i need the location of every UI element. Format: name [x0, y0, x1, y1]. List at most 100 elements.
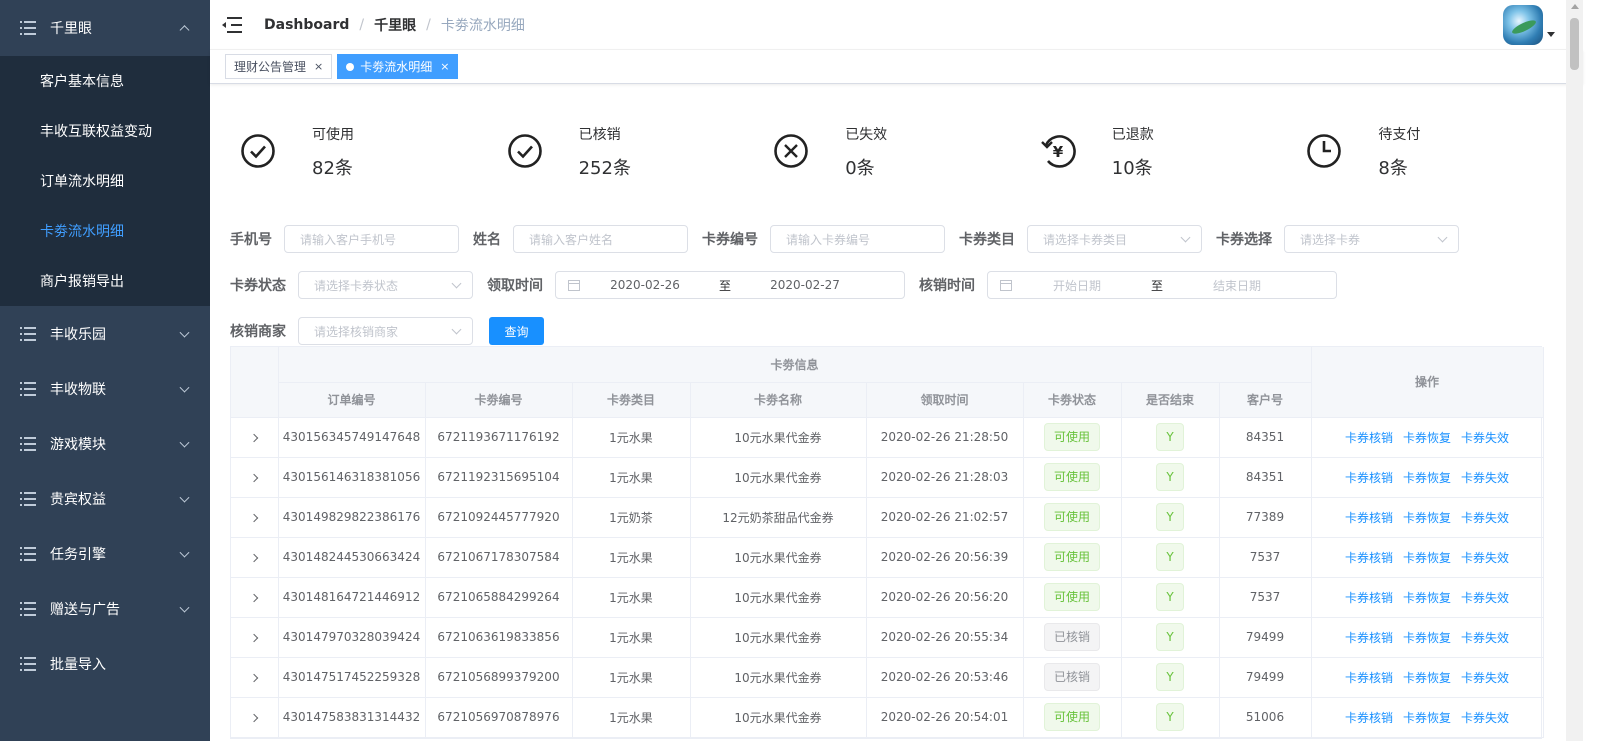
chevron-right-icon[interactable]	[250, 433, 259, 443]
chevron-right-icon[interactable]	[250, 593, 259, 603]
name-input[interactable]: 请输入客户姓名	[513, 225, 688, 253]
verify-date-range[interactable]: 开始日期 至 结束日期	[987, 271, 1337, 299]
restore-coupon-link[interactable]: 卡券恢复	[1403, 631, 1451, 645]
avatar[interactable]	[1503, 5, 1543, 45]
query-button[interactable]: 查询	[489, 317, 544, 345]
chevron-right-icon[interactable]	[250, 633, 259, 643]
invalidate-coupon-link[interactable]: 卡券失效	[1461, 631, 1509, 645]
verify-coupon-link[interactable]: 卡券核销	[1345, 551, 1393, 565]
chevron-right-icon[interactable]	[250, 553, 259, 563]
column-header: 卡劵状态	[1023, 382, 1122, 418]
menu-group-item[interactable]: 丰收乐园	[0, 306, 210, 361]
verify-coupon-link[interactable]: 卡券核销	[1345, 631, 1393, 645]
verify-coupon-link[interactable]: 卡券核销	[1345, 471, 1393, 485]
invalidate-coupon-link[interactable]: 卡券失效	[1461, 511, 1509, 525]
sidebar-item-coupon-flow[interactable]: 卡劵流水明细	[0, 206, 210, 256]
restore-coupon-link[interactable]: 卡券恢复	[1403, 431, 1451, 445]
coupon-name-cell: 10元水果代金券	[690, 697, 867, 738]
merchant-select[interactable]: 请选择核销商家	[298, 317, 473, 345]
verify-coupon-link[interactable]: 卡券核销	[1345, 671, 1393, 685]
sidebar-item-order-flow[interactable]: 订单流水明细	[0, 156, 210, 206]
restore-coupon-link[interactable]: 卡券恢复	[1403, 711, 1451, 725]
invalidate-coupon-link[interactable]: 卡券失效	[1461, 671, 1509, 685]
verify-coupon-link[interactable]: 卡券核销	[1345, 711, 1393, 725]
restore-coupon-link[interactable]: 卡券恢复	[1403, 471, 1451, 485]
navbar: Dashboard / 千里眼 / 卡劵流水明细	[210, 0, 1583, 50]
range-separator: 至	[718, 278, 731, 293]
restore-coupon-link[interactable]: 卡券恢复	[1403, 551, 1451, 565]
menu-group-item[interactable]: 游戏模块	[0, 416, 210, 471]
range-start[interactable]: 2020-02-26	[580, 278, 710, 292]
breadcrumb-qianliyan[interactable]: 千里眼	[374, 15, 416, 35]
check-circle-icon	[241, 134, 275, 168]
phone-input[interactable]: 请输入客户手机号	[284, 225, 459, 253]
code-input[interactable]: 请输入卡券编号	[770, 225, 945, 253]
menu-group-label: 千里眼	[50, 21, 92, 37]
close-icon[interactable]: ×	[440, 60, 449, 73]
invalidate-coupon-link[interactable]: 卡券失效	[1461, 471, 1509, 485]
hamburger-icon[interactable]	[222, 16, 242, 33]
menu-group-item[interactable]: 丰收物联	[0, 361, 210, 416]
chevron-right-icon[interactable]	[250, 473, 259, 483]
coupon-name-cell: 10元水果代金券	[690, 417, 867, 458]
chevron-right-icon[interactable]	[250, 513, 259, 523]
coupon-name-cell: 10元水果代金券	[690, 537, 867, 578]
menu-group-item[interactable]: 赠送与广告	[0, 581, 210, 636]
sidebar-item-label: 丰收互联权益变动	[40, 124, 152, 140]
status-cell: 可使用	[1023, 417, 1122, 458]
chevron-right-icon[interactable]	[250, 673, 259, 683]
menu-group-label: 游戏模块	[50, 436, 106, 453]
chevron-right-icon[interactable]	[250, 713, 259, 723]
restore-coupon-link[interactable]: 卡券恢复	[1403, 511, 1451, 525]
category-select[interactable]: 请选择卡券类目	[1027, 225, 1202, 253]
ended-badge: Y	[1156, 503, 1184, 531]
expand-cell[interactable]	[231, 577, 279, 618]
expand-cell[interactable]	[231, 617, 279, 658]
status-badge: 可使用	[1043, 703, 1100, 731]
expand-cell[interactable]	[231, 537, 279, 578]
scroll-thumb[interactable]	[1570, 18, 1579, 70]
menu-group-label: 贵宾权益	[50, 491, 106, 508]
invalidate-coupon-link[interactable]: 卡券失效	[1461, 591, 1509, 605]
close-icon[interactable]: ×	[314, 60, 323, 73]
verify-coupon-link[interactable]: 卡券核销	[1345, 511, 1393, 525]
coupon-select[interactable]: 请选择卡券	[1284, 225, 1459, 253]
invalidate-coupon-link[interactable]: 卡券失效	[1461, 551, 1509, 565]
range-end[interactable]: 结束日期	[1172, 277, 1302, 294]
receive-date-range[interactable]: 2020-02-26 至 2020-02-27	[555, 271, 905, 299]
breadcrumb-dashboard[interactable]: Dashboard	[264, 17, 349, 33]
status-select[interactable]: 请选择卡券状态	[298, 271, 473, 299]
calendar-icon	[1000, 279, 1012, 291]
restore-coupon-link[interactable]: 卡券恢复	[1403, 591, 1451, 605]
tag-finance-notice[interactable]: 理财公告管理 ×	[225, 54, 333, 79]
menu-group-item[interactable]: 贵宾权益	[0, 471, 210, 526]
order-number-cell: 430148164721446912	[278, 577, 426, 618]
range-end[interactable]: 2020-02-27	[740, 278, 870, 292]
invalidate-coupon-link[interactable]: 卡券失效	[1461, 711, 1509, 725]
scroll-up-icon[interactable]	[1571, 4, 1579, 9]
sidebar-item-merchant-export[interactable]: 商户报销导出	[0, 256, 210, 306]
menu-group-item[interactable]: 任务引擎	[0, 526, 210, 581]
status-cell: 可使用	[1023, 577, 1122, 618]
caret-down-icon[interactable]	[1547, 32, 1555, 37]
range-start[interactable]: 开始日期	[1012, 277, 1142, 294]
invalidate-coupon-link[interactable]: 卡券失效	[1461, 431, 1509, 445]
expand-cell[interactable]	[231, 657, 279, 698]
expand-cell[interactable]	[231, 457, 279, 498]
status-label: 卡券状态	[230, 278, 286, 294]
expand-cell[interactable]	[231, 497, 279, 538]
verify-coupon-link[interactable]: 卡券核销	[1345, 591, 1393, 605]
status-badge: 可使用	[1043, 463, 1100, 491]
sidebar-item-customer-info[interactable]: 客户基本信息	[0, 56, 210, 106]
expand-cell[interactable]	[231, 697, 279, 738]
verify-coupon-link[interactable]: 卡券核销	[1345, 431, 1393, 445]
menu-group-qianliyan[interactable]: 千里眼	[0, 0, 210, 56]
menu-group-item[interactable]: 批量导入	[0, 636, 210, 691]
chevron-down-icon	[451, 324, 462, 335]
tag-coupon-flow[interactable]: 卡劵流水明细 ×	[337, 54, 459, 79]
receive-time-cell: 2020-02-26 20:54:01	[866, 697, 1024, 738]
scrollbar[interactable]	[1566, 0, 1583, 741]
restore-coupon-link[interactable]: 卡券恢复	[1403, 671, 1451, 685]
sidebar-item-equity-change[interactable]: 丰收互联权益变动	[0, 106, 210, 156]
expand-cell[interactable]	[231, 417, 279, 458]
